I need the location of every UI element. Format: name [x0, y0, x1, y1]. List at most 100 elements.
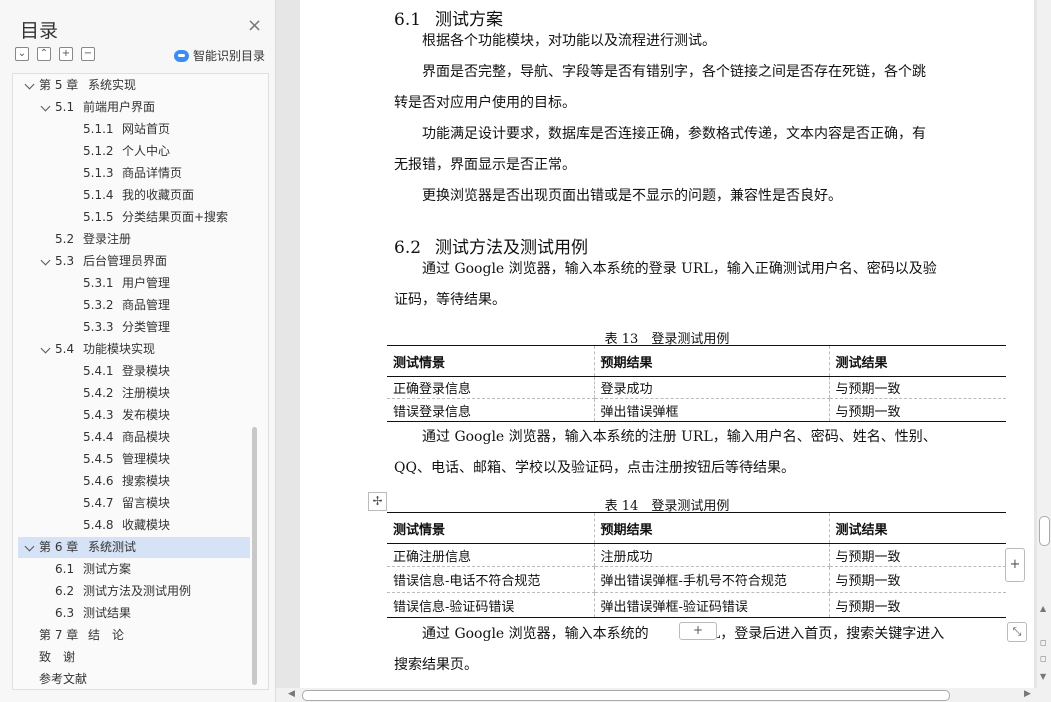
vertical-scroll-thumb[interactable]	[1039, 516, 1050, 546]
toc-item[interactable]: 5.3.2 商品管理	[18, 295, 250, 316]
sidebar-scrollbar[interactable]	[252, 427, 257, 685]
toc-item[interactable]: 参考文献	[18, 669, 250, 690]
toc-item[interactable]: 5.4.5 管理模块	[18, 449, 250, 470]
chevron-down-icon[interactable]	[40, 255, 51, 266]
toc-item[interactable]: 5.4.6 搜索模块	[18, 471, 250, 492]
toc-item[interactable]: 5.4.2 注册模块	[18, 383, 250, 404]
paragraph[interactable]: 无报错，界面显示是否正常。	[394, 154, 576, 174]
toc-item[interactable]: 5.1.1 网站首页	[18, 119, 250, 140]
chevron-down-icon[interactable]	[24, 541, 35, 552]
table-cell[interactable]: 与预期一致	[828, 543, 1006, 567]
paragraph[interactable]: 根据各个功能模块，对功能以及流程进行测试。	[422, 30, 716, 50]
toc-item[interactable]: 5.4.7 留言模块	[18, 493, 250, 514]
table-cell[interactable]: 弹出错误弹框-验证码错误	[593, 592, 829, 618]
toc-item[interactable]: 5.1.3 商品详情页	[18, 163, 250, 184]
toc-item[interactable]: 6.1 测试方案	[18, 559, 250, 580]
toc-item[interactable]: 6.2 测试方法及测试用例	[18, 581, 250, 602]
smart-toc-button[interactable]: 智能识别目录	[174, 47, 265, 64]
scroll-right-icon[interactable]: ▶	[1024, 689, 1031, 699]
table-cell[interactable]: 弹出错误弹框	[593, 398, 829, 422]
paragraph[interactable]: 通过 Google 浏览器，输入本系统的注册 URL，输入用户名、密码、姓名、性…	[422, 426, 937, 446]
paragraph[interactable]: 转是否对应用户使用的目标。	[394, 92, 576, 112]
close-icon[interactable]: ×	[247, 17, 262, 35]
sidebar-title: 目录	[20, 20, 59, 42]
scroll-down-icon[interactable]: ▼	[1040, 672, 1046, 681]
toc-item-number: 5.1	[55, 100, 75, 114]
toc-item[interactable]: 第 5 章系统实现	[18, 75, 250, 96]
add-row-button[interactable]: +	[679, 622, 717, 640]
table-header[interactable]: 预期结果	[593, 345, 829, 377]
paragraph[interactable]: 更换浏览器是否出现页面出错或是不显示的问题，兼容性是否良好。	[422, 185, 842, 205]
page-next-icon[interactable]: ◻	[1040, 654, 1047, 663]
table-row[interactable]: 正确登录信息 登录成功 与预期一致	[387, 376, 1006, 399]
page-prev-icon[interactable]: ◻	[1040, 638, 1047, 647]
toc-item-label: 搜索模块	[122, 474, 171, 488]
toc-item[interactable]: 5.4.3 发布模块	[18, 405, 250, 426]
toc-item-label: 个人中心	[122, 144, 171, 158]
table-cell[interactable]: 弹出错误弹框-手机号不符合规范	[593, 566, 829, 593]
add-column-button[interactable]: +	[1005, 548, 1025, 582]
table-row[interactable]: 错误登录信息 弹出错误弹框 与预期一致	[387, 398, 1006, 422]
table-cell[interactable]: 错误信息-电话不符合规范	[387, 566, 594, 593]
horizontal-scrollbar[interactable]: ◀ ▶	[276, 688, 1051, 702]
table-row[interactable]: 正确注册信息 注册成功 与预期一致	[387, 543, 1006, 567]
table-cell[interactable]: 与预期一致	[828, 398, 1006, 422]
toc-item[interactable]: 5.4.1 登录模块	[18, 361, 250, 382]
vertical-scrollbar[interactable]: ▲ ◻ ◻ ▼	[1037, 0, 1051, 688]
table-13[interactable]: 测试情景 预期结果 测试结果 正确登录信息 登录成功 与预期一致 错误登录信息 弹出错误…	[387, 345, 1006, 422]
add-heading-button[interactable]: +	[59, 47, 73, 61]
document-page[interactable]: 6.1 测试方案 根据各个功能模块，对功能以及流程进行测试。 界面是否完整，导航、…	[300, 0, 1034, 702]
table-resize-icon[interactable]: ⤡	[1007, 622, 1027, 642]
toc-item[interactable]: 5.1.4 我的收藏页面	[18, 185, 250, 206]
heading-6-2[interactable]: 6.2 测试方法及测试用例	[394, 233, 588, 258]
chevron-down-icon[interactable]	[40, 101, 51, 112]
toc-item[interactable]: 5.3 后台管理员界面	[18, 251, 250, 272]
table-cell[interactable]: 登录成功	[593, 376, 829, 399]
paragraph[interactable]: 搜索结果页。	[394, 654, 478, 674]
paragraph[interactable]: 界面是否完整，导航、字段等是否有错别字，各个链接之间是否存在死链，各个跳	[422, 61, 926, 81]
horizontal-scroll-thumb[interactable]	[302, 690, 950, 701]
chevron-down-icon[interactable]	[40, 343, 51, 354]
toc-item[interactable]: 5.1.5 分类结果页面+搜索	[18, 207, 250, 228]
toc-item[interactable]: 5.3.1 用户管理	[18, 273, 250, 294]
table-cell[interactable]: 注册成功	[593, 543, 829, 567]
toc-item[interactable]: 5.1 前端用户界面	[18, 97, 250, 118]
table-cell[interactable]: 错误登录信息	[387, 398, 594, 422]
table-cell[interactable]: 与预期一致	[828, 376, 1006, 399]
paragraph[interactable]: 证码，等待结果。	[394, 289, 506, 309]
heading-6-1[interactable]: 6.1 测试方案	[394, 5, 503, 30]
table-cell[interactable]: 与预期一致	[828, 566, 1006, 593]
table-cell[interactable]: 与预期一致	[828, 592, 1006, 618]
table-header[interactable]: 预期结果	[593, 512, 829, 544]
table-cell[interactable]: 错误信息-验证码错误	[387, 592, 594, 618]
toc-item[interactable]: 第 6 章系统测试	[18, 537, 250, 558]
table-row[interactable]: 错误信息-电话不符合规范 弹出错误弹框-手机号不符合规范 与预期一致	[387, 566, 1006, 593]
expand-all-button[interactable]: ⌄	[15, 47, 29, 61]
collapse-all-button[interactable]: ⌃	[37, 47, 51, 61]
toc-item[interactable]: 5.4.4 商品模块	[18, 427, 250, 448]
toc-item[interactable]: 致 谢	[18, 647, 250, 668]
remove-heading-button[interactable]: −	[81, 47, 95, 61]
table-header[interactable]: 测试结果	[828, 512, 1006, 544]
table-header[interactable]: 测试情景	[387, 345, 594, 377]
table-cell[interactable]: 正确登录信息	[387, 376, 594, 399]
scroll-up-icon[interactable]: ▲	[1040, 604, 1046, 613]
paragraph[interactable]: QQ、电话、邮箱、学校以及验证码，点击注册按钮后等待结果。	[394, 457, 795, 477]
table-row[interactable]: 错误信息-验证码错误 弹出错误弹框-验证码错误 与预期一致	[387, 592, 1006, 618]
toc-item[interactable]: 第 7 章结 论	[18, 625, 250, 646]
scroll-left-icon[interactable]: ◀	[288, 689, 295, 699]
paragraph[interactable]: 功能满足设计要求，数据库是否连接正确，参数格式传递，文本内容是否正确，有	[422, 123, 926, 143]
toc-item[interactable]: 5.1.2 个人中心	[18, 141, 250, 162]
table-cell[interactable]: 正确注册信息	[387, 543, 594, 567]
toc-item[interactable]: 5.2 登录注册	[18, 229, 250, 250]
table-14[interactable]: 测试情景 预期结果 测试结果 正确注册信息 注册成功 与预期一致 错误信息-电话不符合…	[387, 512, 1006, 618]
toc-item[interactable]: 6.3 测试结果	[18, 603, 250, 624]
toc-item[interactable]: 5.4 功能模块实现	[18, 339, 250, 360]
chevron-down-icon[interactable]	[24, 79, 35, 90]
toc-item-label: 测试方法及测试用例	[83, 584, 192, 598]
paragraph[interactable]: 通过 Google 浏览器，输入本系统的登录 URL，输入正确测试用户名、密码以…	[422, 258, 937, 278]
table-header[interactable]: 测试结果	[828, 345, 1006, 377]
table-header[interactable]: 测试情景	[387, 512, 594, 544]
toc-item[interactable]: 5.3.3 分类管理	[18, 317, 250, 338]
toc-item[interactable]: 5.4.8 收藏模块	[18, 515, 250, 536]
